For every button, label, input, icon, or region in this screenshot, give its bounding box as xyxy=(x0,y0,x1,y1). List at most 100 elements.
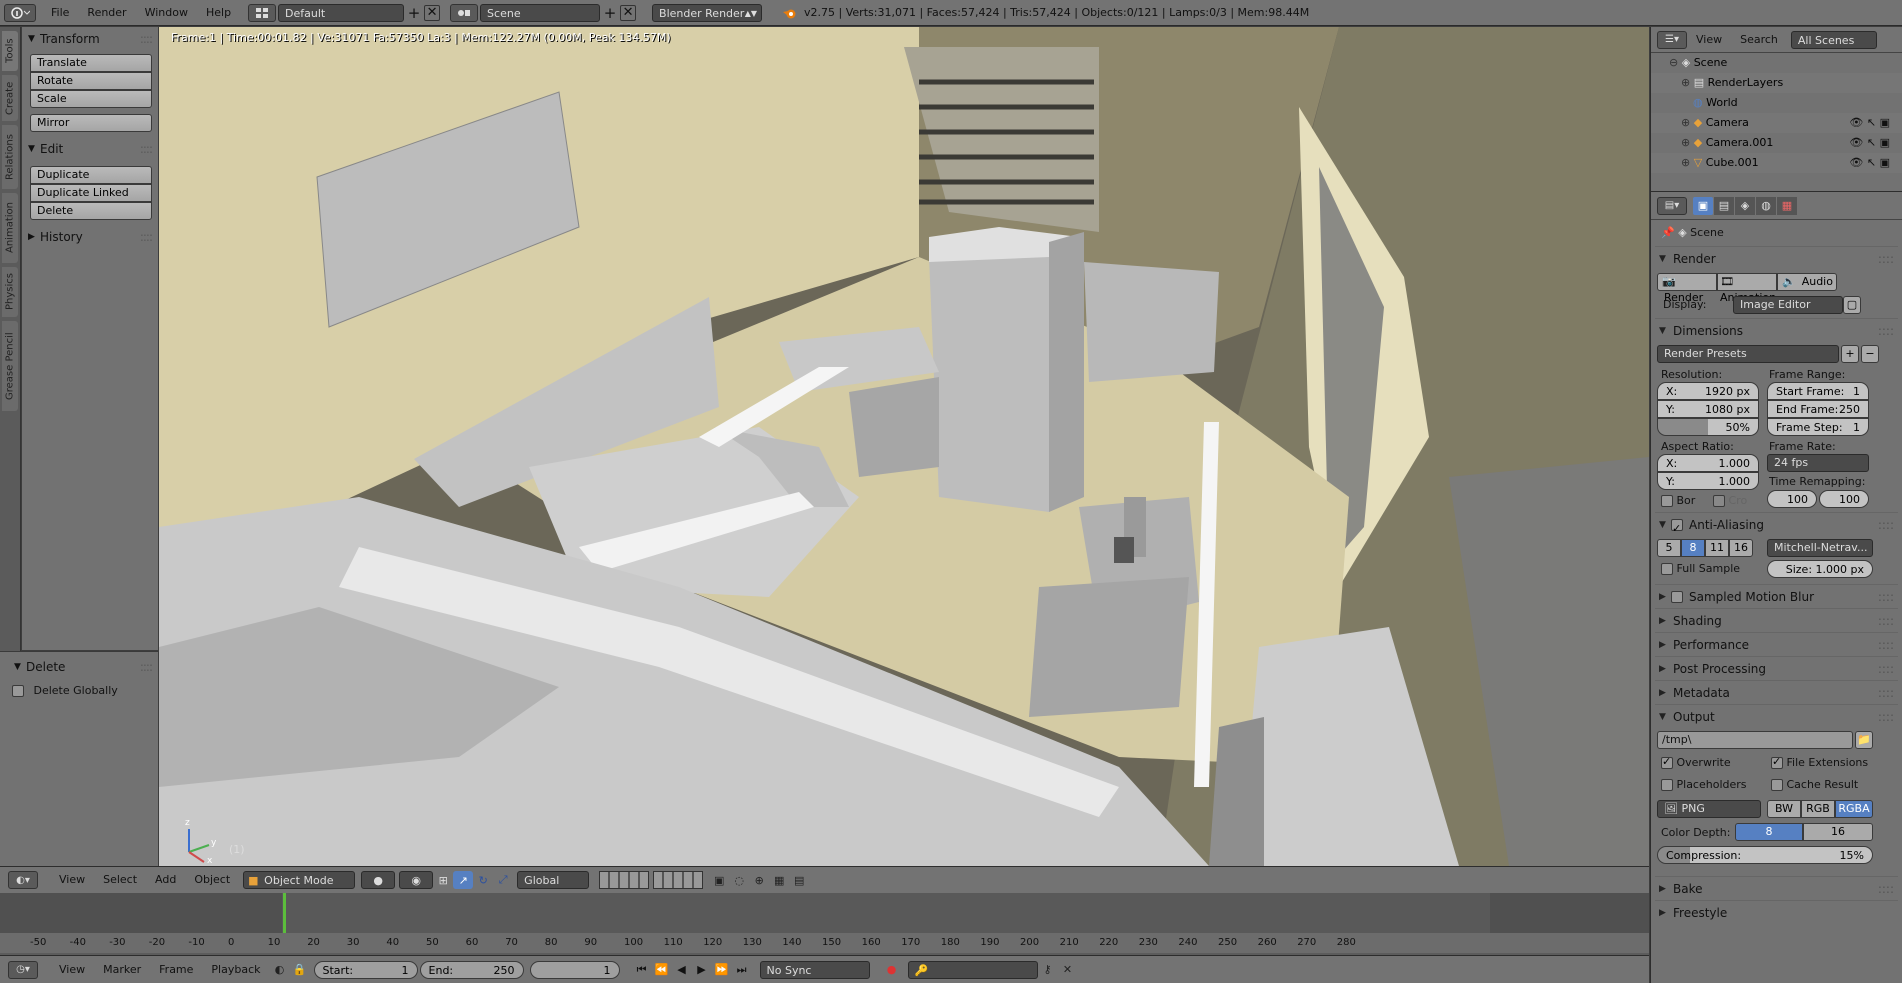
keying-set-field[interactable]: 🔑 xyxy=(907,960,1038,979)
motion-blur-panel-header[interactable]: ▶ Sampled Motion Blur:::: xyxy=(1655,584,1898,608)
layer-lock-icon[interactable]: ▣ xyxy=(709,871,729,889)
outliner-menu-search[interactable]: Search xyxy=(1731,27,1787,53)
tab-create[interactable]: Create xyxy=(2,75,18,121)
row-visibility-icons[interactable]: 👁 ↖ ▣ xyxy=(1849,113,1890,133)
editor-type-icon[interactable]: ◐▾ xyxy=(8,871,38,889)
border-option[interactable]: Bor xyxy=(1661,494,1695,507)
metadata-panel-header[interactable]: ▶ Metadata:::: xyxy=(1655,680,1898,704)
cache-result-checkbox[interactable] xyxy=(1771,779,1783,791)
outliner-editor-icon[interactable]: ☰▾ xyxy=(1657,30,1687,49)
translate-button[interactable]: Translate xyxy=(30,54,152,72)
tab-physics[interactable]: Physics xyxy=(2,267,18,317)
bake-panel-header[interactable]: ▶ Bake:::: xyxy=(1655,876,1898,900)
timeline-area[interactable]: -50 -40 -30 -20 -10 0 10 20 30 40 50 60 70 80 90 100 110… xyxy=(0,893,1649,955)
browse-folder-button[interactable]: 📁 xyxy=(1855,731,1873,749)
pivot-dropdown[interactable]: ◉ xyxy=(399,871,434,889)
crop-option[interactable]: Cro xyxy=(1713,494,1747,507)
grip-icon[interactable]: :::: xyxy=(1878,705,1894,729)
grip-icon[interactable]: :::: xyxy=(140,226,153,248)
time-remap-new-field[interactable]: 100 xyxy=(1819,490,1869,508)
menu-object[interactable]: Object xyxy=(185,867,239,893)
color-depth-8[interactable]: 8 xyxy=(1735,823,1803,841)
grip-icon[interactable]: :::: xyxy=(140,656,153,678)
record-icon[interactable]: ● xyxy=(882,961,902,979)
frame-step-property[interactable]: Frame Step: 1 xyxy=(1767,418,1869,436)
aa-samples-11[interactable]: 11 xyxy=(1705,539,1729,557)
display-dropdown[interactable]: Image Editor xyxy=(1733,296,1843,314)
menu-window[interactable]: Window xyxy=(136,0,197,26)
file-format-dropdown[interactable]: 🖼 PNG xyxy=(1657,800,1761,818)
grip-icon[interactable]: :::: xyxy=(1878,681,1894,705)
translate-manipulator-icon[interactable]: ↗ xyxy=(453,871,474,889)
jump-keyframe-back-icon[interactable]: ⏪ xyxy=(652,961,672,979)
scale-button[interactable]: Scale xyxy=(30,90,152,108)
grip-icon[interactable]: :::: xyxy=(1878,513,1894,537)
render-presets-dropdown[interactable]: Render Presets xyxy=(1657,345,1839,363)
outliner-row-world[interactable]: ◍ World xyxy=(1651,93,1902,113)
grip-icon[interactable]: :::: xyxy=(1878,247,1894,271)
aa-filter-size-field[interactable]: Size: 1.000 px xyxy=(1767,560,1873,578)
proportional-edit-icon[interactable]: ◌ xyxy=(729,871,749,889)
sync-dropdown[interactable]: No Sync xyxy=(759,960,870,979)
context-tabs[interactable]: ▣ ▤ ◈ ◍ ▦ xyxy=(1693,196,1797,215)
layer-buttons-2[interactable] xyxy=(653,871,704,889)
shading-panel-header[interactable]: ▶ Shading:::: xyxy=(1655,608,1898,632)
menu-playback[interactable]: Playback xyxy=(202,957,269,983)
playhead[interactable] xyxy=(283,893,286,935)
rotate-button[interactable]: Rotate xyxy=(30,72,152,90)
mirror-button[interactable]: Mirror xyxy=(30,114,152,132)
tab-animation[interactable]: Animation xyxy=(2,193,18,263)
delete-button[interactable]: Delete xyxy=(30,202,152,220)
outliner-row-camera-001[interactable]: ⊕ ◆ Camera.001 👁 ↖ ▣ xyxy=(1651,133,1902,153)
texture-tab-icon[interactable]: ▦ xyxy=(1777,196,1797,215)
file-extensions-checkbox[interactable] xyxy=(1771,755,1783,769)
motion-blur-checkbox[interactable] xyxy=(1671,591,1683,603)
grip-icon[interactable]: :::: xyxy=(1878,319,1894,343)
anti-aliasing-panel-header[interactable]: ▼ Anti-Aliasing:::: xyxy=(1655,512,1898,541)
grip-icon[interactable]: :::: xyxy=(1878,585,1894,609)
placeholders-checkbox[interactable] xyxy=(1661,779,1673,791)
full-sample-option[interactable]: Full Sample xyxy=(1661,562,1740,575)
row-visibility-icons[interactable]: 👁 ↖ ▣ xyxy=(1849,133,1890,153)
duplicate-linked-button[interactable]: Duplicate Linked xyxy=(30,184,152,202)
render-tab-icon[interactable]: ▣ xyxy=(1693,196,1713,215)
insert-keyframe-icon[interactable]: ⚷ xyxy=(1038,961,1058,979)
scale-manipulator-icon[interactable]: ⤢ xyxy=(493,871,513,889)
outliner-row-cube-001[interactable]: ⊕ ▽ Cube.001 👁 ↖ ▣ xyxy=(1651,153,1902,173)
render-button[interactable]: 📷Render xyxy=(1657,273,1717,304)
frame-ruler[interactable]: -50 -40 -30 -20 -10 0 10 20 30 40 50 60 70 80 90 100 110… xyxy=(0,933,1649,953)
orientation-dropdown[interactable]: Global xyxy=(517,871,590,889)
history-panel-header[interactable]: ▶ History :::: xyxy=(22,226,158,248)
resolution-x-field[interactable]: X: 1920 px xyxy=(1657,382,1759,400)
outliner-row-renderlayers[interactable]: ⊕ ▤ RenderLayers xyxy=(1651,73,1902,93)
crop-checkbox[interactable] xyxy=(1713,495,1725,507)
pin-icon[interactable]: 📌 xyxy=(1661,226,1675,239)
start-frame-field[interactable]: Start: 1 xyxy=(313,960,418,979)
grip-icon[interactable]: :::: xyxy=(140,28,153,50)
remove-layout-icon[interactable]: ✕ xyxy=(424,4,441,21)
current-frame-field[interactable]: 1 xyxy=(529,960,620,979)
frame-rate-dropdown[interactable]: 24 fps xyxy=(1767,454,1869,472)
aa-samples-8[interactable]: 8 xyxy=(1681,539,1705,557)
3d-viewport[interactable]: Frame:1 | Time:00:01.82 | Ve:31071 Fa:57… xyxy=(159,27,1649,866)
outliner-display-mode[interactable]: All Scenes xyxy=(1790,30,1877,49)
performance-panel-header[interactable]: ▶ Performance:::: xyxy=(1655,632,1898,656)
full-sample-checkbox[interactable] xyxy=(1661,563,1673,575)
placeholders-option[interactable]: Placeholders xyxy=(1661,778,1747,791)
blender-info-icon[interactable] xyxy=(4,3,36,22)
lock-icon[interactable]: 🔒 xyxy=(290,961,310,979)
remove-scene-icon[interactable]: ✕ xyxy=(620,4,637,21)
grip-icon[interactable]: :::: xyxy=(1878,633,1894,657)
output-panel-header[interactable]: ▼ Output:::: xyxy=(1655,704,1898,728)
menu-select[interactable]: Select xyxy=(94,867,146,893)
grip-icon[interactable]: :::: xyxy=(1878,609,1894,633)
aa-filter-dropdown[interactable]: Mitchell-Netrav... xyxy=(1767,539,1873,557)
post-processing-panel-header[interactable]: ▶ Post Processing:::: xyxy=(1655,656,1898,680)
aa-samples-16[interactable]: 16 xyxy=(1729,539,1753,557)
resolution-y-field[interactable]: Y: 1080 px xyxy=(1657,400,1759,418)
outliner-menu-view[interactable]: View xyxy=(1687,27,1731,53)
start-frame-property[interactable]: Start Frame: 1 xyxy=(1767,382,1869,400)
grip-icon[interactable]: :::: xyxy=(1878,657,1894,681)
tab-grease-pencil[interactable]: Grease Pencil xyxy=(2,321,18,411)
menu-frame[interactable]: Frame xyxy=(150,957,202,983)
